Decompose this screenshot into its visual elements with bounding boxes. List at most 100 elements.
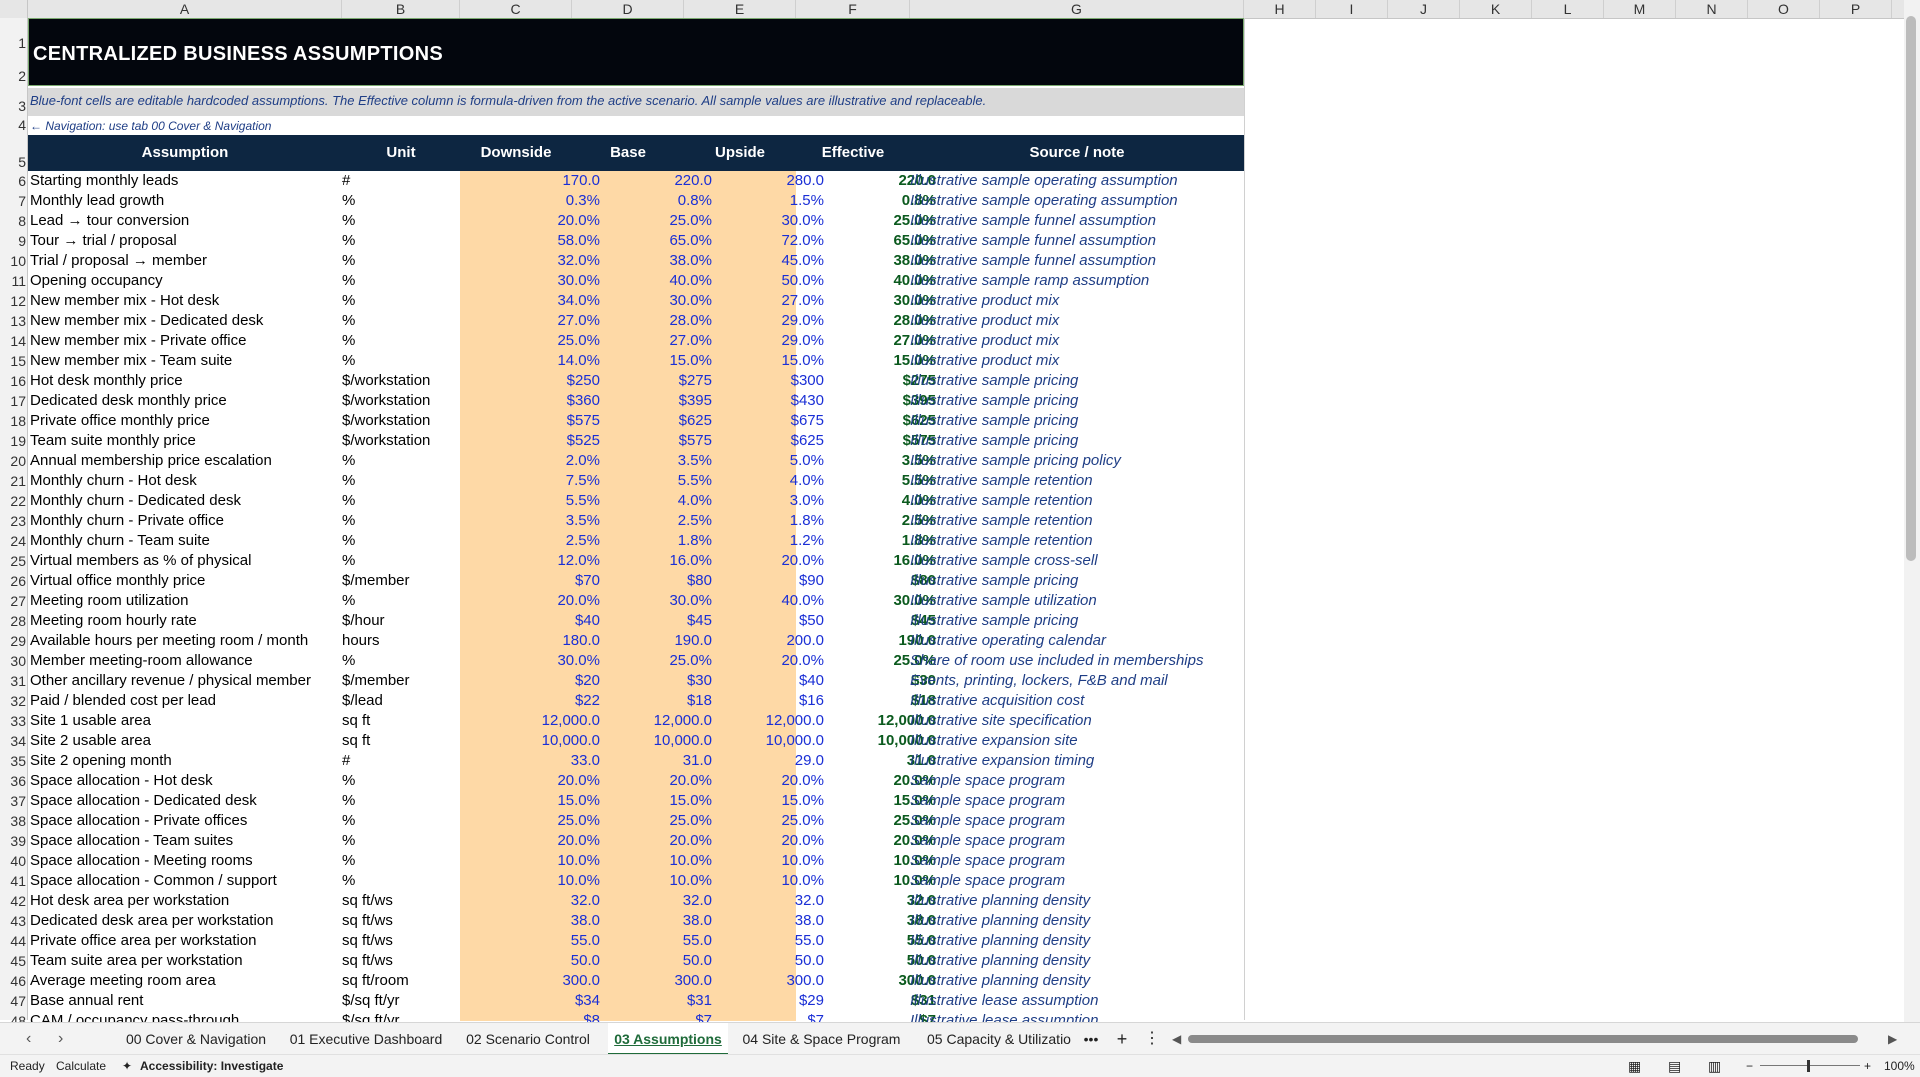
source-note-cell[interactable]: Illustrative planning density: [910, 891, 1244, 911]
source-note-cell[interactable]: Illustrative sample cross-sell: [910, 551, 1244, 571]
assumption-cell[interactable]: Monthly churn - Hot desk: [30, 471, 340, 491]
assumption-cell[interactable]: Monthly churn - Private office: [30, 511, 340, 531]
source-note-cell[interactable]: Illustrative expansion timing: [910, 751, 1244, 771]
column-header-h[interactable]: H: [1244, 0, 1316, 18]
assumption-cell[interactable]: Team suite monthly price: [30, 431, 340, 451]
assumption-cell[interactable]: Virtual office monthly price: [30, 571, 340, 591]
source-note-cell[interactable]: Illustrative sample pricing: [910, 371, 1244, 391]
row-number[interactable]: 7: [0, 191, 28, 211]
row-number[interactable]: 12: [0, 291, 28, 311]
assumption-cell[interactable]: Space allocation - Dedicated desk: [30, 791, 340, 811]
source-note-cell[interactable]: Illustrative lease assumption: [910, 991, 1244, 1011]
accessibility-status[interactable]: Accessibility: Investigate: [140, 1055, 283, 1077]
assumption-cell[interactable]: Monthly lead growth: [30, 191, 340, 211]
row-number[interactable]: 26: [0, 571, 28, 591]
row-number[interactable]: 37: [0, 791, 28, 811]
column-header-o[interactable]: O: [1748, 0, 1820, 18]
row-number[interactable]: 30: [0, 651, 28, 671]
assumption-cell[interactable]: Dedicated desk monthly price: [30, 391, 340, 411]
hscroll-right-icon[interactable]: ▶: [1888, 1023, 1897, 1055]
source-note-cell[interactable]: Illustrative sample funnel assumption: [910, 251, 1244, 271]
column-header-a[interactable]: A: [28, 0, 342, 18]
source-note-cell[interactable]: Illustrative expansion site: [910, 731, 1244, 751]
row-number[interactable]: 19: [0, 431, 28, 451]
row-number[interactable]: 39: [0, 831, 28, 851]
assumption-cell[interactable]: Paid / blended cost per lead: [30, 691, 340, 711]
header-base[interactable]: Base: [572, 135, 684, 171]
row-number[interactable]: 23: [0, 511, 28, 531]
row-number[interactable]: 32: [0, 691, 28, 711]
assumption-cell[interactable]: Monthly churn - Team suite: [30, 531, 340, 551]
row-number[interactable]: 38: [0, 811, 28, 831]
row-number[interactable]: 40: [0, 851, 28, 871]
assumption-cell[interactable]: Hot desk area per workstation: [30, 891, 340, 911]
assumption-cell[interactable]: Virtual members as % of physical: [30, 551, 340, 571]
row-number[interactable]: 47: [0, 991, 28, 1011]
source-note-cell[interactable]: Events, printing, lockers, F&B and mail: [910, 671, 1244, 691]
assumption-cell[interactable]: Site 2 opening month: [30, 751, 340, 771]
source-note-cell[interactable]: Illustrative product mix: [910, 331, 1244, 351]
source-note-cell[interactable]: Illustrative acquisition cost: [910, 691, 1244, 711]
source-note-cell[interactable]: Sample space program: [910, 851, 1244, 871]
row-number[interactable]: 28: [0, 611, 28, 631]
source-note-cell[interactable]: Illustrative sample pricing: [910, 611, 1244, 631]
assumption-cell[interactable]: Available hours per meeting room / month: [30, 631, 340, 651]
assumption-cell[interactable]: Private office area per workstation: [30, 931, 340, 951]
calculate-button[interactable]: Calculate: [56, 1055, 106, 1077]
row-number[interactable]: 18: [0, 411, 28, 431]
assumption-cell[interactable]: Private office monthly price: [30, 411, 340, 431]
assumption-cell[interactable]: Monthly churn - Dedicated desk: [30, 491, 340, 511]
row-number[interactable]: 29: [0, 631, 28, 651]
vertical-scroll-thumb[interactable]: [1906, 16, 1916, 561]
source-note-cell[interactable]: Share of room use included in membership…: [910, 651, 1244, 671]
source-note-cell[interactable]: Illustrative operating calendar: [910, 631, 1244, 651]
assumption-cell[interactable]: Dedicated desk area per workstation: [30, 911, 340, 931]
row-number[interactable]: 45: [0, 951, 28, 971]
select-all-corner[interactable]: [0, 0, 28, 18]
row-number[interactable]: 31: [0, 671, 28, 691]
assumption-cell[interactable]: Hot desk monthly price: [30, 371, 340, 391]
source-note-cell[interactable]: Illustrative product mix: [910, 311, 1244, 331]
assumption-cell[interactable]: Lead → tour conversion: [30, 211, 340, 231]
row-number[interactable]: 14: [0, 331, 28, 351]
source-note-cell[interactable]: Illustrative sample pricing: [910, 571, 1244, 591]
assumption-cell[interactable]: Other ancillary revenue / physical membe…: [30, 671, 340, 691]
header-downside[interactable]: Downside: [460, 135, 572, 171]
source-note-cell[interactable]: Illustrative sample utilization: [910, 591, 1244, 611]
tab-executive-dashboard[interactable]: 01 Executive Dashboard: [283, 1023, 449, 1055]
source-note-cell[interactable]: Illustrative sample pricing policy: [910, 451, 1244, 471]
assumption-cell[interactable]: Average meeting room area: [30, 971, 340, 991]
assumption-cell[interactable]: Space allocation - Meeting rooms: [30, 851, 340, 871]
normal-view-icon[interactable]: ▦: [1628, 1055, 1641, 1077]
column-header-d[interactable]: D: [572, 0, 684, 18]
row-number[interactable]: 22: [0, 491, 28, 511]
scroll-tabs-left-icon[interactable]: ‹: [26, 1023, 31, 1055]
row-number[interactable]: 16: [0, 371, 28, 391]
row-number[interactable]: 33: [0, 711, 28, 731]
row-number[interactable]: 27: [0, 591, 28, 611]
source-note-cell[interactable]: Illustrative sample pricing: [910, 411, 1244, 431]
source-note-cell[interactable]: Illustrative sample retention: [910, 511, 1244, 531]
source-note-cell[interactable]: Sample space program: [910, 771, 1244, 791]
more-tabs-icon[interactable]: •••: [1080, 1023, 1102, 1055]
column-header-m[interactable]: M: [1604, 0, 1676, 18]
column-header-l[interactable]: L: [1532, 0, 1604, 18]
column-header-i[interactable]: I: [1316, 0, 1388, 18]
assumption-cell[interactable]: New member mix - Private office: [30, 331, 340, 351]
tab-options-icon[interactable]: ⋮: [1142, 1023, 1162, 1055]
header-unit[interactable]: Unit: [342, 135, 460, 171]
column-header-p[interactable]: P: [1820, 0, 1892, 18]
zoom-slider-track[interactable]: [1760, 1065, 1860, 1066]
source-note-cell[interactable]: Illustrative sample operating assumption: [910, 171, 1244, 191]
column-header-j[interactable]: J: [1388, 0, 1460, 18]
source-note-cell[interactable]: Illustrative sample funnel assumption: [910, 231, 1244, 251]
row-number[interactable]: 1: [0, 28, 28, 58]
scroll-tabs-right-icon[interactable]: ›: [58, 1023, 63, 1055]
row-number[interactable]: 17: [0, 391, 28, 411]
row-number[interactable]: 5: [0, 152, 28, 172]
header-upside[interactable]: Upside: [684, 135, 796, 171]
row-number[interactable]: 41: [0, 871, 28, 891]
assumption-cell[interactable]: Site 1 usable area: [30, 711, 340, 731]
assumption-cell[interactable]: Space allocation - Hot desk: [30, 771, 340, 791]
row-number[interactable]: 25: [0, 551, 28, 571]
